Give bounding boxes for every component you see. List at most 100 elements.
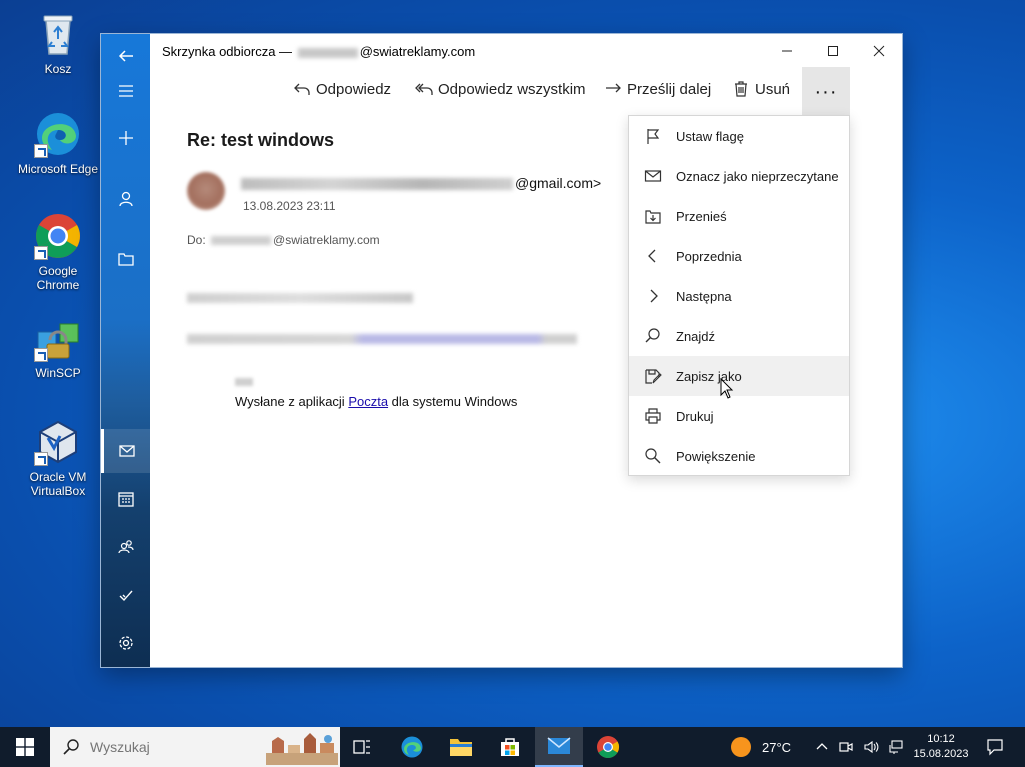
menu-item-zoom[interactable]: Powiększenie xyxy=(629,436,849,476)
desktop-icon-winscp[interactable]: WinSCP xyxy=(16,314,100,380)
menu-item-next[interactable]: Następna xyxy=(629,276,849,316)
weather-widget[interactable]: 27°C xyxy=(730,727,791,767)
store-icon xyxy=(501,738,519,756)
shortcut-arrow-icon xyxy=(34,246,48,260)
signature-suffix: dla systemu Windows xyxy=(388,394,518,409)
maximize-button[interactable] xyxy=(810,34,856,67)
desktop-icon-edge[interactable]: Microsoft Edge xyxy=(16,110,100,176)
zoom-icon xyxy=(644,448,660,464)
forward-button[interactable]: Prześlij dalej xyxy=(604,67,711,111)
todo-nav-button[interactable] xyxy=(101,573,150,617)
menu-item-label: Powiększenie xyxy=(676,448,756,464)
delete-label: Usuń xyxy=(755,80,791,98)
search-input[interactable] xyxy=(90,739,250,755)
menu-item-label: Znajdź xyxy=(676,328,716,344)
mail-icon xyxy=(547,737,571,754)
desktop-icon-recycle-bin[interactable]: Kosz xyxy=(16,10,100,76)
redacted-signature xyxy=(235,378,253,386)
weather-temperature: 27°C xyxy=(762,739,792,755)
menu-item-label: Oznacz jako nieprzeczytane xyxy=(676,168,839,184)
shortcut-arrow-icon xyxy=(34,348,48,362)
flag-icon xyxy=(646,129,659,144)
menu-item-find[interactable]: Znajdź xyxy=(629,316,849,356)
folders-button[interactable] xyxy=(101,237,150,281)
people-nav-button[interactable] xyxy=(101,525,150,569)
mail-icon xyxy=(119,445,135,457)
menu-item-label: Następna xyxy=(676,288,732,304)
calendar-icon xyxy=(117,492,134,507)
search-highlight-illustration xyxy=(266,733,338,765)
delete-button[interactable]: Usuń xyxy=(732,67,790,111)
settings-nav-button[interactable] xyxy=(101,621,150,665)
forward-label: Prześlij dalej xyxy=(627,80,712,98)
checkmark-icon xyxy=(119,590,133,602)
taskbar-file-explorer[interactable] xyxy=(437,727,485,767)
reply-all-button[interactable]: Odpowiedz wszystkim xyxy=(415,67,586,111)
accounts-button[interactable] xyxy=(101,177,150,221)
chrome-icon xyxy=(597,736,619,758)
chevron-up-icon[interactable] xyxy=(815,740,829,754)
clock-date: 15.08.2023 xyxy=(913,748,969,760)
redacted-body-line xyxy=(187,334,577,344)
desktop-icon-chrome[interactable]: Google Chrome xyxy=(16,212,100,292)
forward-icon xyxy=(606,83,621,93)
taskbar-edge[interactable] xyxy=(388,727,436,767)
taskbar-store[interactable] xyxy=(486,727,534,767)
action-center-button[interactable] xyxy=(975,727,1015,767)
redacted-email xyxy=(297,47,358,58)
signature-prefix: Wysłane z aplikacji xyxy=(235,394,349,409)
hamburger-menu-button[interactable] xyxy=(101,69,150,113)
chevron-left-icon xyxy=(647,249,655,263)
network-icon[interactable] xyxy=(888,739,904,755)
chrome-icon xyxy=(34,212,82,260)
poczta-link[interactable]: Poczta xyxy=(348,394,388,409)
menu-item-label: Drukuj xyxy=(676,408,714,424)
person-icon xyxy=(118,191,133,207)
menu-item-mark-unread[interactable]: Oznacz jako nieprzeczytane xyxy=(629,156,849,196)
people-icon xyxy=(117,540,134,554)
minimize-button[interactable] xyxy=(764,34,810,67)
menu-item-move[interactable]: Przenieś xyxy=(629,196,849,236)
more-actions-button[interactable]: ··· xyxy=(802,67,850,117)
task-view-icon xyxy=(353,740,370,754)
redacted-sender-name xyxy=(241,178,513,191)
menu-item-save-as[interactable]: Zapisz jako xyxy=(629,356,849,396)
menu-item-previous[interactable]: Poprzednia xyxy=(629,236,849,276)
new-mail-button[interactable] xyxy=(101,116,150,160)
sender-avatar xyxy=(187,172,225,210)
taskbar-clock[interactable]: 10:12 15.08.2023 xyxy=(910,732,972,762)
desktop-icon-virtualbox[interactable]: Oracle VM VirtualBox xyxy=(16,418,100,498)
taskbar-chrome[interactable] xyxy=(584,727,632,767)
close-button[interactable] xyxy=(856,34,902,67)
back-arrow-icon xyxy=(118,50,133,62)
minimize-icon xyxy=(782,50,792,51)
virtualbox-icon xyxy=(34,418,82,466)
menu-item-set-flag[interactable]: Ustaw flagę xyxy=(629,116,849,156)
taskbar-mail[interactable] xyxy=(535,727,583,767)
desktop-icon-label: Google Chrome xyxy=(36,264,80,292)
system-tray-icons xyxy=(815,727,904,767)
desktop-icon-label: Kosz xyxy=(44,62,72,76)
mail-nav-button[interactable] xyxy=(101,429,150,473)
recipient-suffix: @swiatreklamy.com xyxy=(273,233,380,247)
notification-icon xyxy=(987,739,1003,756)
message-toolbar: Odpowiedz Odpowiedz wszystkim Prześlij d… xyxy=(150,67,902,111)
meet-now-icon[interactable] xyxy=(838,739,854,755)
calendar-nav-button[interactable] xyxy=(101,477,150,521)
recycle-bin-icon xyxy=(34,10,82,58)
gear-icon xyxy=(118,636,133,650)
reply-button[interactable]: Odpowiedz xyxy=(293,67,391,111)
chevron-right-icon xyxy=(650,289,658,303)
recipient-line: Do: @swiatreklamy.com xyxy=(187,233,380,247)
start-button[interactable] xyxy=(0,727,50,767)
to-label: Do: xyxy=(187,233,206,247)
volume-icon[interactable] xyxy=(863,739,879,755)
print-icon xyxy=(644,408,661,424)
ellipsis-icon: ··· xyxy=(814,80,838,103)
taskbar-search-box[interactable] xyxy=(50,727,340,767)
shortcut-arrow-icon xyxy=(34,452,48,466)
menu-item-print[interactable]: Drukuj xyxy=(629,396,849,436)
find-icon xyxy=(645,328,660,343)
reply-all-icon xyxy=(415,83,433,95)
task-view-button[interactable] xyxy=(338,727,386,767)
